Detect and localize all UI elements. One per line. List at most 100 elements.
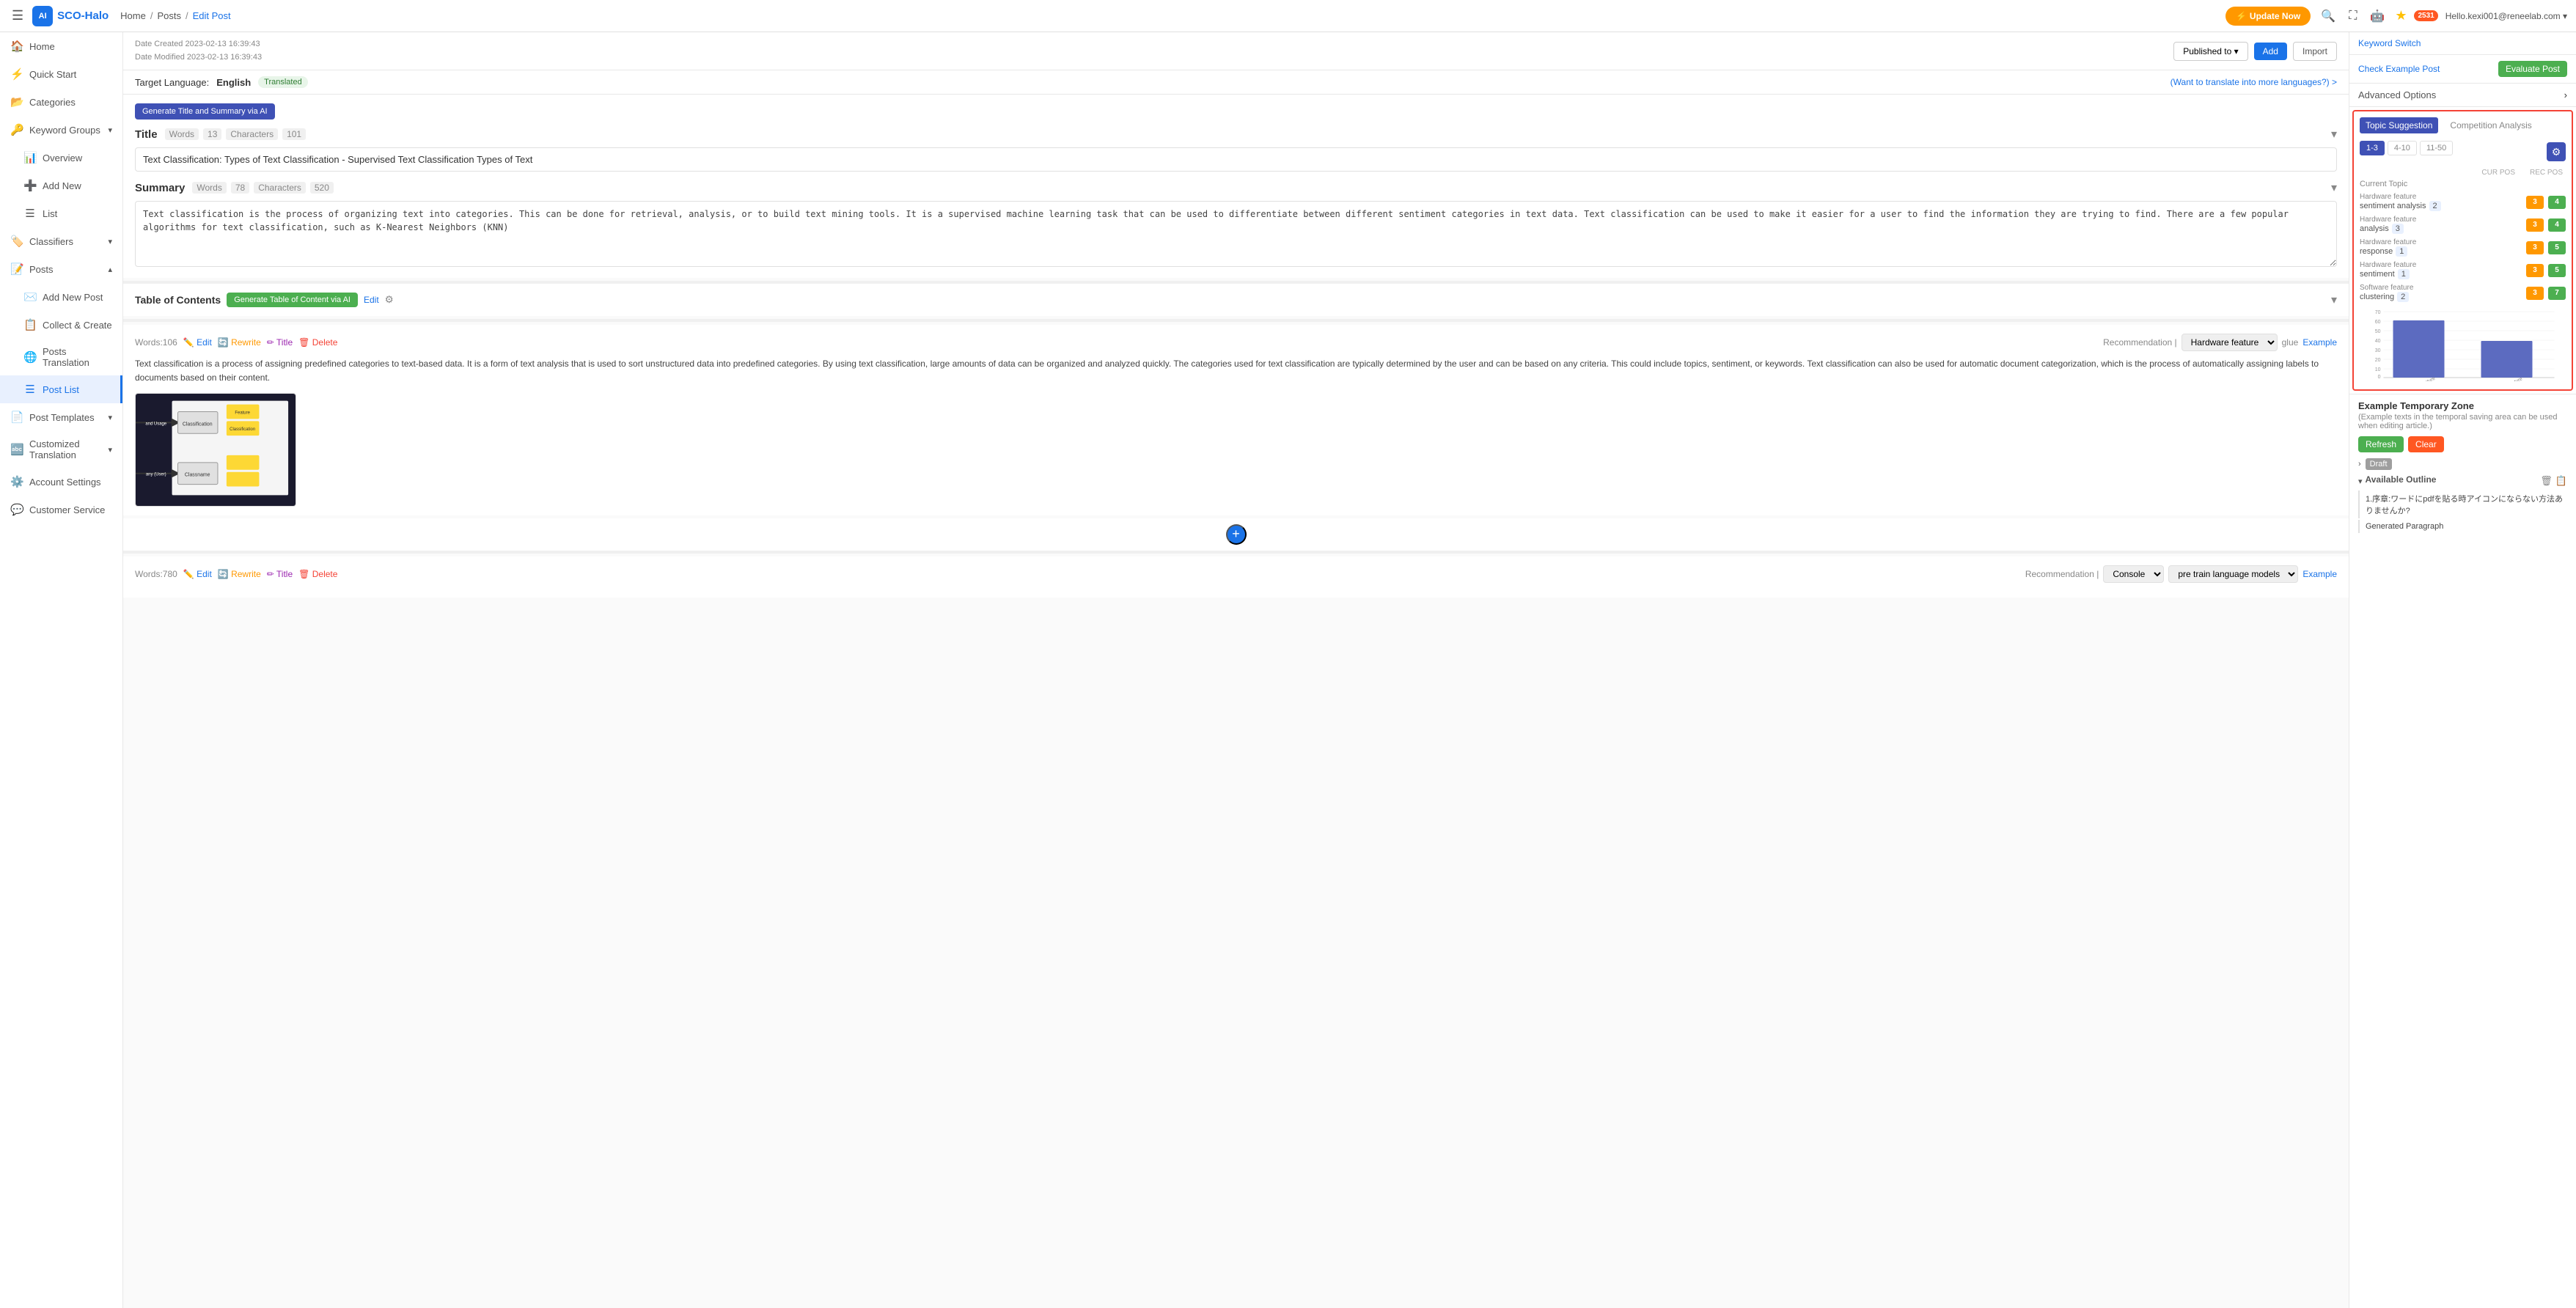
sidebar-item-home[interactable]: 🏠 Home <box>0 32 122 60</box>
sidebar-item-add-new-post[interactable]: ✉️ Add New Post <box>0 283 122 311</box>
available-outline-section: ▾ Available Outline 🗑 📋 1.序章:ワードにpdfを貼る時… <box>2358 474 2567 533</box>
translated-badge: Translated <box>258 76 308 88</box>
add-block-button[interactable]: + <box>1226 524 1247 545</box>
block-1-delete-button[interactable]: 🗑 Delete <box>298 337 337 348</box>
outline-copy-icon[interactable]: 📋 <box>2555 475 2567 487</box>
block-1-rewrite-button[interactable]: 🔄 Rewrite <box>218 337 261 348</box>
bar-chart-svg: 70 60 50 40 30 20 10 0 <box>2360 308 2566 381</box>
summary-words-value: 78 <box>231 182 249 194</box>
block-2-title-button[interactable]: ✏ Title <box>267 569 293 579</box>
toc-generate-button[interactable]: Generate Table of Content via AI <box>227 293 358 307</box>
fullscreen-icon-button[interactable]: ⛶ <box>2346 7 2360 26</box>
advanced-options-row[interactable]: Advanced Options › <box>2349 84 2576 107</box>
block-2-edit-button[interactable]: ✏️ Edit <box>183 569 212 579</box>
svg-text:any (User): any (User) <box>146 472 166 477</box>
block-2-example-button[interactable]: Example <box>2302 569 2337 579</box>
sidebar-item-collect-create[interactable]: 📋 Collect & Create <box>0 311 122 339</box>
summary-collapse-button[interactable]: ▾ <box>2331 180 2337 195</box>
sidebar-item-post-list[interactable]: ☰ Post List <box>0 375 122 403</box>
hamburger-button[interactable]: ☰ <box>9 5 26 26</box>
block-2-right: Recommendation | Console pre train langu… <box>2025 565 2337 583</box>
topic-1-keyword: analysis <box>2360 224 2389 233</box>
toc-collapse-button[interactable]: ▾ <box>2331 293 2337 307</box>
import-button[interactable]: Import <box>2293 42 2337 61</box>
keyword-switch-link[interactable]: Keyword Switch <box>2358 38 2421 48</box>
block-2-rewrite-button[interactable]: 🔄 Rewrite <box>218 569 261 579</box>
chevron-down-icon: ▾ <box>108 125 112 135</box>
sidebar-item-add-new[interactable]: ➕ Add New <box>0 172 122 199</box>
chevron-posts-icon: ▴ <box>108 265 112 274</box>
sidebar-item-post-templates[interactable]: 📄 Post Templates ▾ <box>0 403 122 431</box>
title-summary-section: Generate Title and Summary via AI Title … <box>123 95 2349 278</box>
summary-textarea[interactable]: Text classification is the process of or… <box>135 201 2337 267</box>
sidebar-label-categories: Categories <box>29 97 76 108</box>
topic-0-category: Hardware feature <box>2360 193 2522 201</box>
range-tabs-row: 1-3 4-10 11-50 ⚙ <box>2360 141 2566 163</box>
translate-more-link[interactable]: (Want to translate into more languages?)… <box>2170 77 2337 87</box>
block-1-recommendation-select[interactable]: Hardware feature <box>2181 334 2278 351</box>
topic-table-header: CUR POS REC POS <box>2360 169 2566 177</box>
publish-button[interactable]: Published to ▾ <box>2173 42 2247 61</box>
block-2-delete-button[interactable]: 🗑 Delete <box>298 569 337 579</box>
block-2-extra-select[interactable]: pre train language models <box>2168 565 2298 583</box>
sidebar-label-customer-service: Customer Service <box>29 504 105 515</box>
sidebar-item-keyword-groups[interactable]: 🔑 Keyword Groups ▾ <box>0 116 122 144</box>
sidebar-item-posts[interactable]: 📝 Posts ▴ <box>0 255 122 283</box>
sidebar-item-list[interactable]: ☰ List <box>0 199 122 227</box>
topic-settings-button[interactable]: ⚙ <box>2547 142 2566 161</box>
topic-1-cur-pos: 3 <box>2526 218 2544 232</box>
evaluate-post-button[interactable]: Evaluate Post <box>2498 61 2567 77</box>
rp-links-header: Keyword Switch <box>2349 32 2576 55</box>
refresh-button[interactable]: Refresh <box>2358 436 2404 452</box>
range-4-10-tab[interactable]: 4-10 <box>2388 141 2417 155</box>
breadcrumb-posts[interactable]: Posts <box>157 10 181 21</box>
topic-suggestion-tab[interactable]: Topic Suggestion <box>2360 117 2438 133</box>
title-collapse-button[interactable]: ▾ <box>2331 127 2337 142</box>
logo: AI SCO-Halo <box>32 6 109 26</box>
breadcrumb-home[interactable]: Home <box>120 10 146 21</box>
range-1-3-tab[interactable]: 1-3 <box>2360 141 2385 155</box>
ai-icon-button[interactable]: 🤖 <box>2367 6 2388 26</box>
competition-analysis-tab[interactable]: Competition Analysis <box>2444 117 2537 133</box>
ai-title-summary-button[interactable]: Generate Title and Summary via AI <box>135 103 275 120</box>
block-2-recommendation-select[interactable]: Console <box>2103 565 2164 583</box>
sidebar-item-categories[interactable]: 📂 Categories <box>0 88 122 116</box>
expand-icon: › <box>2358 460 2361 469</box>
sidebar-item-customer-service[interactable]: 💬 Customer Service <box>0 496 122 523</box>
sidebar: 🏠 Home ⚡ Quick Start 📂 Categories 🔑 Keyw… <box>0 32 123 1308</box>
clear-button[interactable]: Clear <box>2408 436 2444 452</box>
summary-chars-value: 520 <box>310 182 334 194</box>
topic-panel: Topic Suggestion Competition Analysis 1-… <box>2352 110 2573 391</box>
block-1-example-button[interactable]: Example <box>2302 337 2337 348</box>
separator-3 <box>123 551 2349 554</box>
sidebar-item-overview[interactable]: 📊 Overview <box>0 144 122 172</box>
topic-0-rec-pos: 4 <box>2548 196 2566 209</box>
sidebar-item-customized-translation[interactable]: 🔤 Customized Translation ▾ <box>0 431 122 468</box>
title-input[interactable] <box>135 147 2337 172</box>
search-icon-button[interactable]: 🔍 <box>2318 6 2338 26</box>
svg-text:and Usage: and Usage <box>145 422 166 426</box>
sidebar-item-account-settings[interactable]: ⚙️ Account Settings <box>0 468 122 496</box>
user-email[interactable]: Hello.kexi001@reneelab.com ▾ <box>2445 11 2567 21</box>
update-now-button[interactable]: ⚡ Update Now <box>2225 7 2311 26</box>
block-1-glue-button[interactable]: glue <box>2282 337 2299 348</box>
add-button[interactable]: Add <box>2254 43 2287 60</box>
block-1-edit-button[interactable]: ✏️ Edit <box>183 337 212 348</box>
post-templates-icon: 📄 <box>10 411 23 424</box>
app-container: ☰ AI SCO-Halo Home / Posts / Edit Post ⚡… <box>0 0 2576 1308</box>
topic-3-category: Hardware feature <box>2360 261 2522 269</box>
sidebar-item-classifiers[interactable]: 🏷️ Classifiers ▾ <box>0 227 122 255</box>
check-example-link[interactable]: Check Example Post <box>2358 64 2440 74</box>
sidebar-item-posts-translation[interactable]: 🌐 Posts Translation <box>0 339 122 375</box>
categories-icon: 📂 <box>10 95 23 109</box>
outline-trash-icon[interactable]: 🗑 <box>2540 475 2553 487</box>
range-11-50-tab[interactable]: 11-50 <box>2420 141 2453 155</box>
toc-settings-icon-button[interactable]: ⚙ <box>385 294 394 306</box>
block-1-image-container: Classification Feature Classification Cl… <box>135 393 2337 507</box>
keyword-groups-icon: 🔑 <box>10 123 23 136</box>
topic-3-rec-pos: 5 <box>2548 264 2566 277</box>
topic-2-cur-pos: 3 <box>2526 241 2544 254</box>
toc-edit-button[interactable]: Edit <box>364 295 379 305</box>
block-1-title-button[interactable]: ✏ Title <box>267 337 293 348</box>
sidebar-item-quickstart[interactable]: ⚡ Quick Start <box>0 60 122 88</box>
